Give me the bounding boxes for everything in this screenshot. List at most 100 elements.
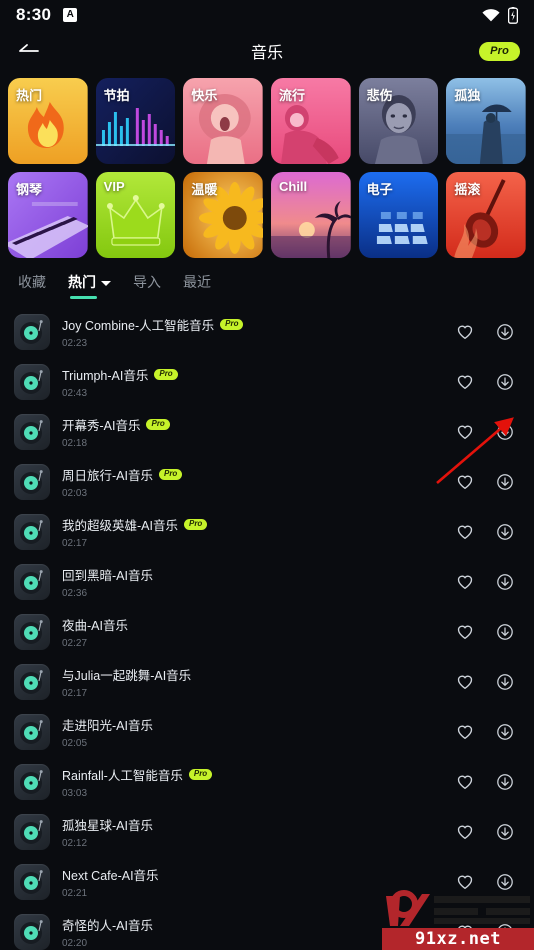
song-meta: 我的超级英雄-AI音乐 Pro 02:17 [62, 515, 444, 549]
turntable-icon[interactable] [14, 764, 50, 800]
category-card-sad[interactable]: 悲伤 [358, 78, 439, 164]
song-row[interactable]: 开幕秀-AI音乐 Pro 02:18 [14, 407, 520, 457]
tab-label: 收藏 [18, 274, 46, 290]
song-title: Next Cafe-AI音乐 [62, 869, 159, 883]
category-card-chill[interactable]: Chill [270, 172, 351, 258]
tab-recent[interactable]: 最近 [183, 272, 211, 299]
heart-icon[interactable] [456, 373, 474, 391]
heart-icon[interactable] [456, 573, 474, 591]
song-row[interactable]: 与Julia一起跳舞-AI音乐 02:17 [14, 657, 520, 707]
turntable-icon[interactable] [14, 464, 50, 500]
song-actions [456, 723, 520, 741]
song-title: 与Julia一起跳舞-AI音乐 [62, 669, 192, 683]
heart-icon[interactable] [456, 873, 474, 891]
song-meta: 开幕秀-AI音乐 Pro 02:18 [62, 415, 444, 449]
download-circle-icon[interactable] [496, 673, 514, 691]
download-circle-icon[interactable] [496, 823, 514, 841]
turntable-icon[interactable] [14, 714, 50, 750]
wifi-icon [482, 8, 500, 22]
tab-favorites[interactable]: 收藏 [18, 272, 46, 299]
category-card-warm[interactable]: 温暖 [183, 172, 263, 258]
song-pro-badge: Pro [220, 319, 244, 330]
song-meta: 回到黑暗-AI音乐 02:36 [62, 565, 444, 599]
song-meta: 与Julia一起跳舞-AI音乐 02:17 [62, 665, 444, 699]
download-circle-icon[interactable] [496, 573, 514, 591]
song-actions [456, 423, 520, 441]
download-circle-icon[interactable] [496, 473, 514, 491]
turntable-icon[interactable] [14, 614, 50, 650]
back-button[interactable] [14, 36, 44, 66]
tab-hot[interactable]: 热门 [68, 272, 111, 299]
song-row[interactable]: 夜曲-AI音乐 02:27 [14, 607, 520, 657]
category-card-pop[interactable]: 流行 [270, 78, 351, 164]
download-circle-icon[interactable] [496, 373, 514, 391]
song-title: 孤独星球-AI音乐 [62, 819, 153, 833]
download-circle-icon[interactable] [496, 773, 514, 791]
song-row[interactable]: 走进阳光-AI音乐 02:05 [14, 707, 520, 757]
category-card-rock[interactable]: 摇滚 [446, 172, 526, 258]
song-actions [456, 773, 520, 791]
song-title: Triumph-AI音乐 [62, 369, 149, 383]
song-meta: Triumph-AI音乐 Pro 02:43 [62, 365, 444, 399]
turntable-icon[interactable] [14, 314, 50, 350]
song-row[interactable]: 我的超级英雄-AI音乐 Pro 02:17 [14, 507, 520, 557]
song-row[interactable]: Triumph-AI音乐 Pro 02:43 [14, 357, 520, 407]
song-title: 周日旅行-AI音乐 [62, 469, 153, 483]
song-duration: 02:05 [62, 738, 88, 749]
turntable-icon[interactable] [14, 664, 50, 700]
category-card-lonely[interactable]: 孤独 [446, 78, 526, 164]
turntable-icon[interactable] [14, 564, 50, 600]
song-row[interactable]: 孤独星球-AI音乐 02:12 [14, 807, 520, 857]
heart-icon[interactable] [456, 723, 474, 741]
turntable-icon[interactable] [14, 814, 50, 850]
watermark-url: 91xz.net [382, 928, 534, 950]
category-label: VIP [103, 179, 125, 194]
category-card-happy[interactable]: 快乐 [183, 78, 263, 164]
song-duration: 02:43 [62, 388, 88, 399]
song-row[interactable]: 回到黑暗-AI音乐 02:36 [14, 557, 520, 607]
turntable-icon[interactable] [14, 364, 50, 400]
tab-import[interactable]: 导入 [133, 272, 161, 299]
battery-charging-icon [507, 6, 519, 24]
song-list[interactable]: Joy Combine-人工智能音乐 Pro 02:23 Triumph-AI音乐 Pr… [0, 307, 534, 950]
category-card-vip[interactable]: VIP [95, 172, 176, 258]
heart-icon[interactable] [456, 773, 474, 791]
chevron-down-icon[interactable] [101, 280, 111, 286]
heart-icon[interactable] [456, 623, 474, 641]
download-circle-icon[interactable] [496, 873, 514, 891]
category-label: 流行 [278, 88, 305, 103]
song-pro-badge: Pro [183, 519, 208, 530]
turntable-icon[interactable] [14, 914, 50, 950]
download-circle-icon[interactable] [496, 423, 514, 441]
song-meta: 周日旅行-AI音乐 Pro 02:03 [62, 465, 444, 499]
turntable-icon[interactable] [14, 414, 50, 450]
page-title: 音乐 [250, 45, 283, 62]
heart-icon[interactable] [456, 523, 474, 541]
download-circle-icon[interactable] [496, 723, 514, 741]
heart-icon[interactable] [456, 823, 474, 841]
pro-upgrade-button[interactable]: Pro [479, 41, 520, 61]
category-card-hot[interactable]: 热门 [8, 78, 88, 164]
turntable-icon[interactable] [14, 514, 50, 550]
song-duration: 02:17 [62, 688, 88, 699]
song-row[interactable]: Rainfall-人工智能音乐 Pro 03:03 [14, 757, 520, 807]
download-circle-icon[interactable] [496, 523, 514, 541]
song-title: Rainfall-人工智能音乐 [62, 769, 183, 783]
download-circle-icon[interactable] [496, 623, 514, 641]
song-pro-badge: Pro [154, 369, 178, 380]
turntable-icon[interactable] [14, 864, 50, 900]
category-label: 钢琴 [16, 182, 43, 197]
category-card-electronic[interactable]: 电子 [358, 172, 439, 258]
heart-icon[interactable] [456, 673, 474, 691]
song-row[interactable]: Joy Combine-人工智能音乐 Pro 02:23 [14, 307, 520, 357]
download-circle-icon[interactable] [496, 323, 514, 341]
heart-icon[interactable] [456, 323, 474, 341]
song-title: 开幕秀-AI音乐 [62, 419, 141, 433]
heart-icon[interactable] [456, 423, 474, 441]
category-card-piano[interactable]: 钢琴 [8, 172, 88, 258]
filter-tabs: 收藏 热门 导入 最近 [0, 258, 534, 307]
heart-icon[interactable] [456, 473, 474, 491]
song-row[interactable]: 周日旅行-AI音乐 Pro 02:03 [14, 457, 520, 507]
song-meta: 夜曲-AI音乐 02:27 [62, 615, 444, 649]
category-card-beat[interactable]: 节拍 [95, 78, 176, 164]
